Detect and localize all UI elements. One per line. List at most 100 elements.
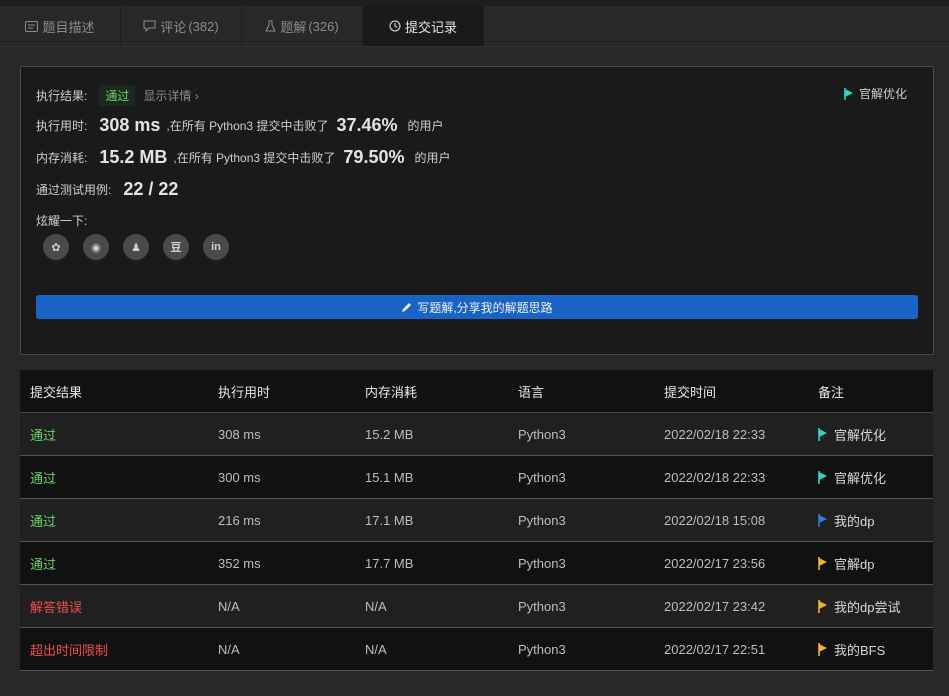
tab-count: (326)	[308, 18, 339, 34]
tab-solutions[interactable]: 题解 (326)	[242, 6, 363, 46]
header-memory[interactable]: 内存消耗	[365, 370, 518, 413]
runtime-label: 执行用时:	[36, 119, 88, 133]
comment-icon	[143, 20, 156, 32]
runtime-cell: 216 ms	[218, 498, 365, 542]
runtime-cell: N/A	[218, 584, 365, 628]
flag-icon	[818, 556, 827, 570]
pencil-icon	[402, 302, 412, 312]
runtime-cell: 352 ms	[218, 541, 365, 585]
flask-icon	[265, 20, 277, 32]
header-time[interactable]: 提交时间	[664, 370, 818, 413]
description-icon	[25, 20, 39, 32]
submission-result-link[interactable]: 解答错误	[30, 600, 82, 615]
table-row[interactable]: 解答错误 N/A N/A Python3 2022/02/17 23:42 我的dp尝试	[20, 584, 933, 628]
note-label: 官解优化	[834, 427, 887, 443]
qq-icon[interactable]: ♟	[123, 234, 149, 260]
flag-icon	[818, 599, 827, 613]
memory-label: 内存消耗:	[36, 151, 88, 165]
header-note: 备注	[818, 370, 933, 413]
runtime-cell: 308 ms	[218, 412, 365, 456]
tests-label: 通过测试用例:	[36, 183, 112, 197]
time-cell: 2022/02/18 22:33	[664, 412, 818, 456]
submission-result-link[interactable]: 通过	[30, 557, 56, 572]
note-cell[interactable]: 我的dp	[818, 511, 933, 530]
note-label: 我的dp	[834, 513, 875, 529]
note-label: 官解优化	[834, 470, 887, 486]
memory-cell: 17.7 MB	[365, 541, 518, 585]
tests-row: 通过测试用例: 22 / 22	[36, 179, 184, 200]
memory-cell: 17.1 MB	[365, 498, 518, 542]
runtime-row: 执行用时: 308 ms ,在所有 Python3 提交中击败了 37.46% …	[36, 115, 444, 136]
header-language[interactable]: 语言	[518, 370, 664, 413]
result-card: 执行结果: 通过 显示详情 › 官解优化 执行用时: 308 ms ,在所有 P…	[20, 66, 934, 355]
language-cell: Python3	[518, 541, 664, 585]
flag-icon	[818, 470, 827, 484]
language-cell: Python3	[518, 584, 664, 628]
linkedin-icon[interactable]: in	[203, 234, 229, 260]
wechat-icon[interactable]: ✿	[43, 234, 69, 260]
note-cell[interactable]: 我的BFS	[818, 640, 933, 659]
official-solution-link[interactable]: 官解优化	[844, 85, 907, 102]
status-badge: 通过	[99, 85, 136, 106]
write-solution-label: 写题解,分享我的解题思路	[417, 300, 553, 315]
tab-label: 题解	[280, 19, 307, 35]
memory-cell: N/A	[365, 584, 518, 628]
runtime-percent: 37.46%	[336, 115, 398, 135]
runtime-suffix: 的用户	[407, 119, 444, 133]
memory-row: 内存消耗: 15.2 MB ,在所有 Python3 提交中击败了 79.50%…	[36, 147, 451, 168]
tab-count: (382)	[188, 18, 219, 34]
tab-label: 提交记录	[404, 19, 457, 35]
submission-result-link[interactable]: 超出时间限制	[30, 643, 108, 658]
share-icons: ✿ ◉ ♟ 豆 in	[43, 234, 243, 260]
submission-result-link[interactable]: 通过	[30, 514, 56, 529]
memory-cell: 15.2 MB	[365, 412, 518, 456]
runtime-cell: N/A	[218, 627, 365, 671]
memory-suffix: 的用户	[414, 151, 451, 165]
official-label: 官解优化	[858, 87, 907, 101]
share-row: 炫耀一下:	[36, 212, 87, 229]
tab-label: 评论	[160, 19, 187, 35]
memory-text: ,在所有 Python3 提交中击败了	[173, 151, 336, 165]
flag-icon	[818, 427, 827, 441]
table-row[interactable]: 超出时间限制 N/A N/A Python3 2022/02/17 22:51 我的BFS	[20, 627, 933, 671]
runtime-value: 308 ms	[99, 115, 161, 135]
language-cell: Python3	[518, 412, 664, 456]
table-row[interactable]: 通过 300 ms 15.1 MB Python3 2022/02/18 22:33 官解…	[20, 455, 933, 499]
tab-submissions[interactable]: 提交记录	[363, 6, 484, 46]
status-label: 执行结果:	[36, 89, 88, 103]
memory-cell: N/A	[365, 627, 518, 671]
header-result[interactable]: 提交结果	[20, 370, 218, 413]
submission-result-link[interactable]: 通过	[30, 428, 56, 443]
runtime-cell: 300 ms	[218, 455, 365, 499]
status-row: 执行结果: 通过 显示详情 ›	[36, 85, 199, 106]
note-cell[interactable]: 官解优化	[818, 425, 933, 444]
note-label: 我的BFS	[834, 642, 886, 658]
tab-description[interactable]: 题目描述	[0, 6, 121, 46]
flag-icon	[818, 513, 827, 527]
note-cell[interactable]: 我的dp尝试	[818, 597, 933, 616]
language-cell: Python3	[518, 627, 664, 671]
table-header: 提交结果 执行用时 内存消耗 语言 提交时间 备注	[20, 370, 933, 413]
weibo-icon[interactable]: ◉	[83, 234, 109, 260]
note-label: 官解dp	[834, 556, 875, 572]
note-cell[interactable]: 官解dp	[818, 554, 933, 573]
header-runtime[interactable]: 执行用时	[218, 370, 365, 413]
douban-icon[interactable]: 豆	[163, 234, 189, 260]
show-details-link[interactable]: 显示详情 ›	[143, 87, 198, 104]
note-label: 我的dp尝试	[834, 599, 901, 615]
tests-value: 22 / 22	[123, 179, 179, 199]
write-solution-button[interactable]: 写题解,分享我的解题思路	[36, 295, 918, 319]
time-cell: 2022/02/18 22:33	[664, 455, 818, 499]
time-cell: 2022/02/17 23:56	[664, 541, 818, 585]
table-row[interactable]: 通过 308 ms 15.2 MB Python3 2022/02/18 22:33 官解…	[20, 412, 933, 456]
flag-icon	[818, 642, 827, 656]
submission-result-link[interactable]: 通过	[30, 471, 56, 486]
time-cell: 2022/02/18 15:08	[664, 498, 818, 542]
submissions-table: 提交结果 执行用时 内存消耗 语言 提交时间 备注 通过 308 ms 15.2 M…	[20, 370, 933, 671]
tab-comments[interactable]: 评论 (382)	[121, 6, 242, 46]
table-row[interactable]: 通过 216 ms 17.1 MB Python3 2022/02/18 15:08 我的…	[20, 498, 933, 542]
note-cell[interactable]: 官解优化	[818, 468, 933, 487]
clock-icon	[389, 20, 401, 32]
table-row[interactable]: 通过 352 ms 17.7 MB Python3 2022/02/17 23:56 官解…	[20, 541, 933, 585]
share-label: 炫耀一下:	[36, 214, 88, 228]
